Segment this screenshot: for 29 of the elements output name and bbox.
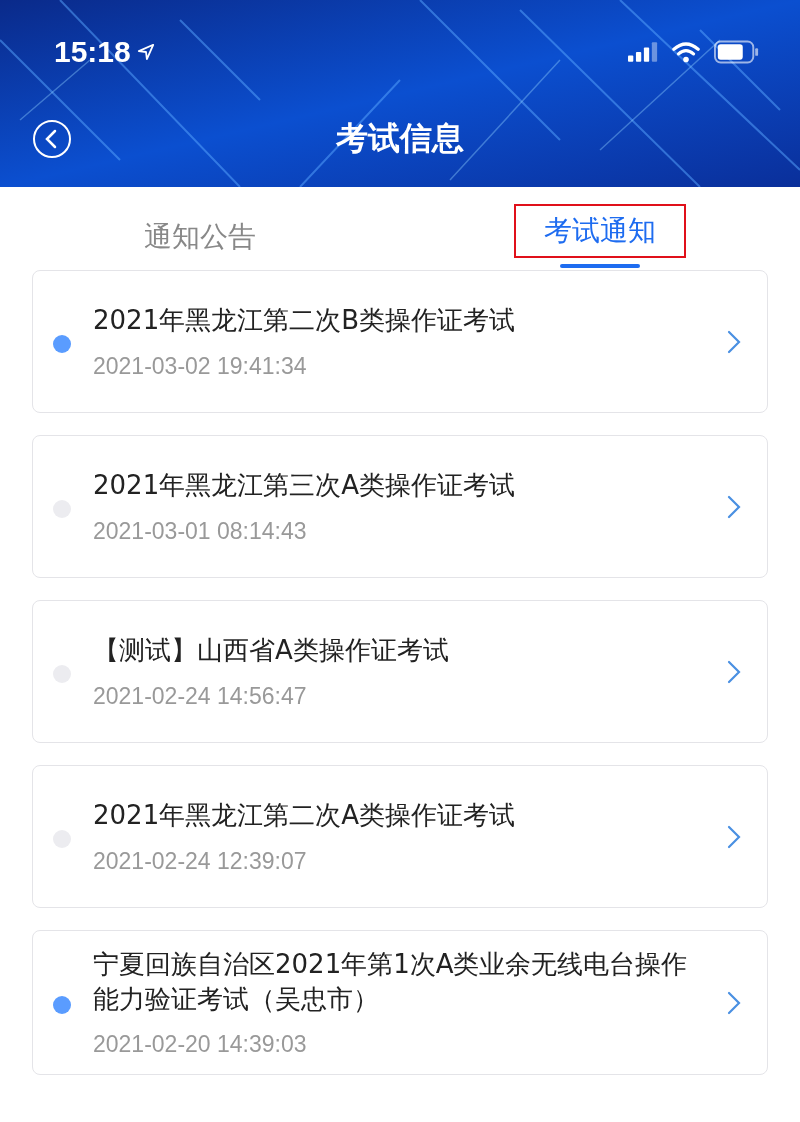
notice-time: 2021-02-24 14:56:47 (93, 682, 308, 710)
notice-card[interactable]: 2021年黑龙江第三次A类操作证考试 2021-03-01 08:14:43 (32, 435, 768, 578)
wifi-icon (672, 41, 700, 63)
notice-time: 2021-03-01 08:14:43 (93, 517, 308, 545)
location-arrow-icon (136, 43, 155, 61)
chevron-right-icon (727, 494, 741, 519)
notice-title: 2021年黑龙江第二次A类操作证考试 (93, 799, 516, 833)
notice-time: 2021-02-20 14:39:03 (93, 1031, 308, 1059)
notice-card[interactable]: 2021年黑龙江第二次A类操作证考试 2021-02-24 12:39:07 (32, 765, 768, 908)
chevron-right-icon (727, 329, 741, 354)
notice-title: 【测试】山西省A类操作证考试 (93, 634, 450, 668)
notice-card[interactable]: 【测试】山西省A类操作证考试 2021-02-24 14:56:47 (32, 600, 768, 743)
battery-icon (714, 40, 760, 64)
chevron-right-icon (727, 824, 741, 849)
chevron-right-icon (727, 659, 741, 684)
tab[interactable]: 考试通知 (514, 204, 686, 258)
notice-title: 宁夏回族自治区2021年第1次A类业余无线电台操作能力验证考试（吴忠市） (93, 948, 689, 1017)
notice-time: 2021-02-24 12:39:07 (93, 847, 308, 875)
back-icon[interactable] (32, 119, 72, 159)
clock-time: 15:18 (54, 35, 131, 69)
notice-time: 2021-03-02 19:41:34 (93, 352, 308, 380)
notice-card[interactable]: 2021年黑龙江第二次B类操作证考试 2021-03-02 19:41:34 (32, 270, 768, 413)
page-title: 考试信息 (336, 118, 464, 159)
signal-icon (628, 42, 658, 62)
chevron-right-icon (727, 990, 741, 1015)
tab[interactable]: 通知公告 (114, 210, 286, 264)
notice-title: 2021年黑龙江第二次B类操作证考试 (93, 304, 516, 338)
notice-card[interactable]: 宁夏回族自治区2021年第1次A类业余无线电台操作能力验证考试（吴忠市） 2021-02-20 14:39:03 (32, 930, 768, 1076)
notice-title: 2021年黑龙江第三次A类操作证考试 (93, 469, 516, 503)
